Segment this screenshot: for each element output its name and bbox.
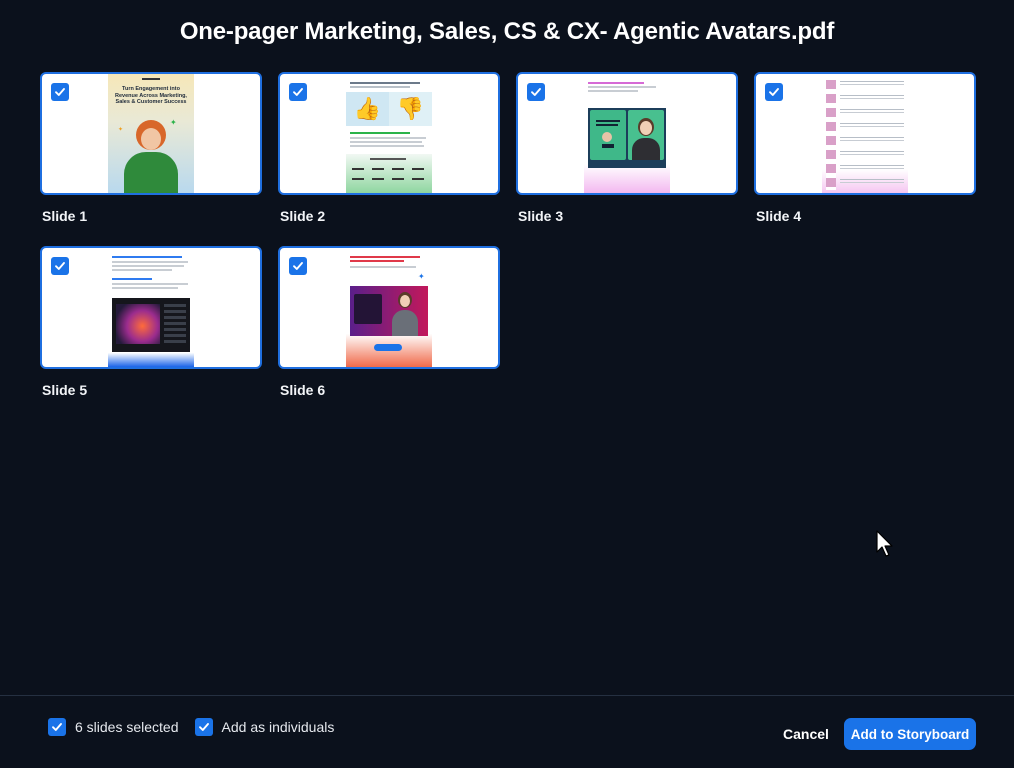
slide-thumbnail-3[interactable]: [516, 72, 738, 195]
slide-page-preview-1: Turn Engagement into Revenue Across Mark…: [108, 74, 194, 193]
slide-page-preview-5: [108, 248, 194, 367]
selected-count-label: 6 slides selected: [75, 719, 179, 735]
check-icon: [198, 723, 209, 731]
thumbs-up-icon: 👍: [346, 92, 389, 126]
slide-page-preview-4: [822, 74, 908, 193]
cta-pill: [374, 344, 402, 351]
slide-card-6[interactable]: ✦ Slide 6: [278, 246, 500, 398]
slide-label: Slide 3: [518, 208, 564, 224]
slide-4-checkbox[interactable]: [765, 83, 783, 101]
check-icon: [55, 262, 65, 270]
app-screenshot: [112, 298, 190, 352]
sparkle-icon: ✦: [418, 272, 425, 281]
add-as-individuals-checkbox[interactable]: [194, 718, 213, 736]
slide-label: Slide 4: [756, 208, 802, 224]
check-icon: [531, 88, 541, 96]
slide-label: Slide 6: [280, 382, 326, 398]
slide-thumbnail-2[interactable]: 👍 👎: [278, 72, 500, 195]
slide-card-2[interactable]: 👍 👎 Slide 2: [278, 72, 500, 224]
video-preview: [350, 286, 428, 336]
avatar-portrait: [122, 118, 180, 193]
slide-1-headline: Turn Engagement into Revenue Across Mark…: [115, 86, 187, 105]
slide-thumbnail-4[interactable]: [754, 72, 976, 195]
select-all-checkbox[interactable]: [48, 718, 66, 736]
slide-5-checkbox[interactable]: [51, 257, 69, 275]
dialog-footer: 6 slides selected Add as individuals Can…: [0, 695, 1014, 768]
cancel-button[interactable]: Cancel: [776, 718, 836, 750]
sparkle-icon: ✦: [170, 118, 177, 127]
slide-card-4[interactable]: Slide 4: [754, 72, 976, 224]
add-to-storyboard-button[interactable]: Add to Storyboard: [844, 718, 976, 750]
thumbs-down-icon: 👎: [389, 92, 432, 126]
slide-3-checkbox[interactable]: [527, 83, 545, 101]
slide-card-3[interactable]: Slide 3: [516, 72, 738, 224]
slide-thumbnail-1[interactable]: Turn Engagement into Revenue Across Mark…: [40, 72, 262, 195]
slide-6-checkbox[interactable]: [289, 257, 307, 275]
slide-1-checkbox[interactable]: [51, 83, 69, 101]
mouse-cursor-icon: [876, 530, 896, 563]
slide-thumbnail-5[interactable]: [40, 246, 262, 369]
slide-thumbnail-6[interactable]: ✦: [278, 246, 500, 369]
slides-grid: Turn Engagement into Revenue Across Mark…: [40, 72, 980, 398]
check-icon: [52, 723, 62, 731]
check-icon: [55, 88, 65, 96]
footer-options: 6 slides selected Add as individuals: [48, 718, 350, 736]
slide-label: Slide 5: [42, 382, 88, 398]
add-as-individuals-label: Add as individuals: [221, 719, 335, 735]
slide-card-5[interactable]: Slide 5: [40, 246, 262, 398]
video-preview: [588, 108, 666, 168]
logo-mark: [108, 78, 194, 80]
slide-2-checkbox[interactable]: [289, 83, 307, 101]
dialog-title: One-pager Marketing, Sales, CS & CX- Age…: [179, 18, 835, 45]
slide-page-preview-3: [584, 74, 670, 193]
slide-page-preview-2: 👍 👎: [346, 74, 432, 193]
slide-label: Slide 1: [42, 208, 88, 224]
slide-label: Slide 2: [280, 208, 326, 224]
sparkle-icon: ✦: [118, 127, 124, 133]
slide-card-1[interactable]: Turn Engagement into Revenue Across Mark…: [40, 72, 262, 224]
slide-page-preview-6: ✦: [346, 248, 432, 367]
check-icon: [293, 262, 303, 270]
check-icon: [293, 88, 303, 96]
check-icon: [769, 88, 779, 96]
